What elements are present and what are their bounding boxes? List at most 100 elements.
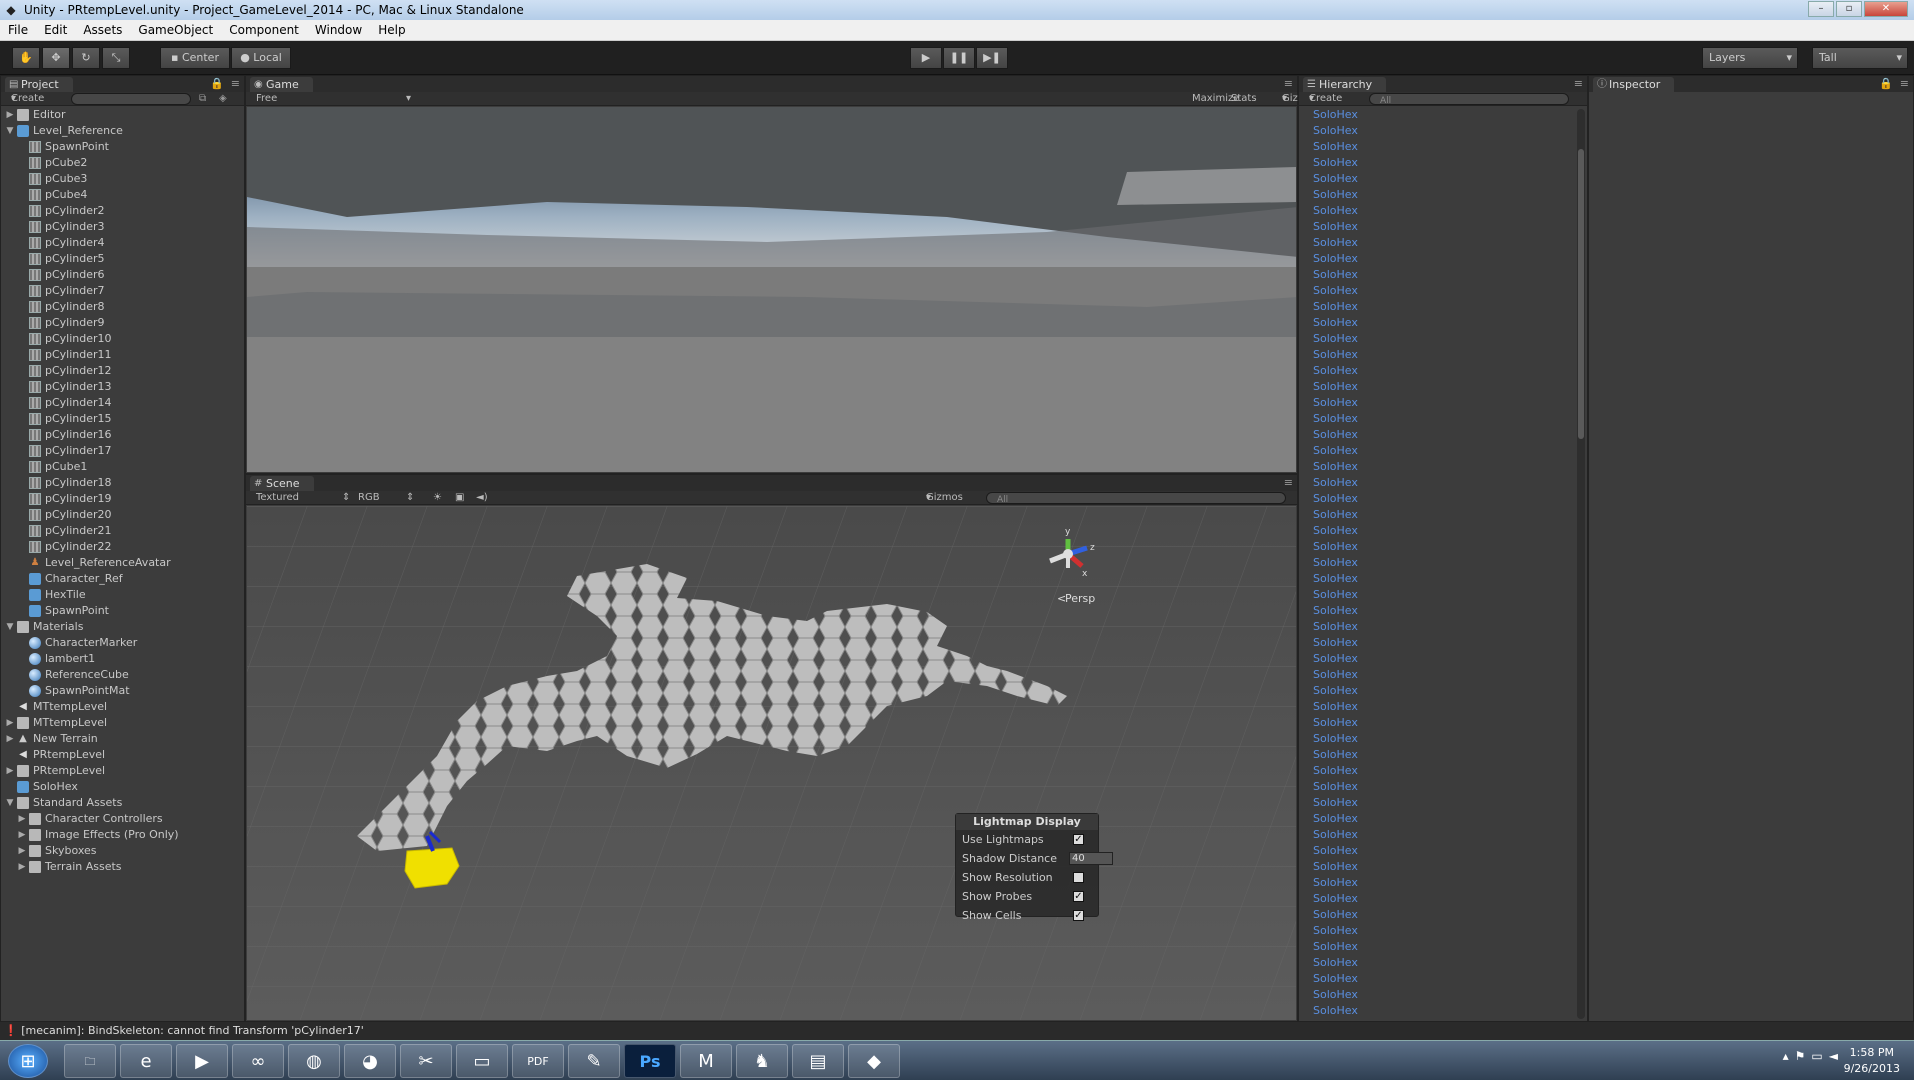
menu-gameobject[interactable]: GameObject: [130, 23, 221, 37]
hierarchy-item[interactable]: SoloHex: [1299, 699, 1575, 715]
pdf-icon[interactable]: PDF: [512, 1044, 564, 1078]
project-item[interactable]: ▶ Skyboxes: [1, 843, 244, 859]
project-create-dropdown[interactable]: Create ▾: [11, 92, 44, 106]
lock-icon[interactable]: 🔒: [1879, 77, 1893, 90]
hierarchy-item[interactable]: SoloHex: [1299, 779, 1575, 795]
hierarchy-item[interactable]: SoloHex: [1299, 795, 1575, 811]
project-item[interactable]: SoloHex: [1, 779, 244, 795]
close-button[interactable]: ✕: [1864, 1, 1908, 17]
file-explorer-icon[interactable]: 🗀: [64, 1044, 116, 1078]
rotate-tool-button[interactable]: ↻: [72, 47, 100, 69]
internet-explorer-icon[interactable]: e: [120, 1044, 172, 1078]
project-item[interactable]: SpawnPoint: [1, 139, 244, 155]
tab-project[interactable]: ▤ Project: [5, 77, 73, 92]
hierarchy-item[interactable]: SoloHex: [1299, 891, 1575, 907]
expand-arrow-right-icon[interactable]: ▶: [17, 811, 27, 827]
snipping-tool-icon[interactable]: ✂: [400, 1044, 452, 1078]
project-item[interactable]: pCylinder2: [1, 203, 244, 219]
expand-arrow-right-icon[interactable]: ▶: [5, 107, 15, 123]
project-item[interactable]: ▼ Level_Reference: [1, 123, 244, 139]
project-item[interactable]: ReferenceCube: [1, 667, 244, 683]
hierarchy-item[interactable]: SoloHex: [1299, 219, 1575, 235]
hierarchy-item[interactable]: SoloHex: [1299, 331, 1575, 347]
expand-arrow-right-icon[interactable]: ▶: [5, 731, 15, 747]
hierarchy-search-input[interactable]: All: [1369, 93, 1569, 106]
game-viewport[interactable]: [247, 107, 1296, 472]
hierarchy-item[interactable]: SoloHex: [1299, 875, 1575, 891]
lock-icon[interactable]: 🔒: [210, 77, 224, 90]
show-cells-checkbox[interactable]: ✓: [1073, 910, 1084, 921]
project-item[interactable]: pCylinder4: [1, 235, 244, 251]
hierarchy-item[interactable]: SoloHex: [1299, 827, 1575, 843]
hierarchy-item[interactable]: SoloHex: [1299, 491, 1575, 507]
hierarchy-item[interactable]: SoloHex: [1299, 379, 1575, 395]
project-item[interactable]: ▶ Terrain Assets: [1, 859, 244, 875]
project-item[interactable]: pCube1: [1, 459, 244, 475]
hierarchy-item[interactable]: SoloHex: [1299, 283, 1575, 299]
project-item[interactable]: lambert1: [1, 651, 244, 667]
project-item[interactable]: SpawnPointMat: [1, 683, 244, 699]
menu-component[interactable]: Component: [221, 23, 307, 37]
project-item[interactable]: HexTile: [1, 587, 244, 603]
tab-hierarchy[interactable]: ☰ Hierarchy: [1303, 77, 1387, 92]
project-item[interactable]: pCylinder11: [1, 347, 244, 363]
project-item[interactable]: ▶ MTtempLevel: [1, 715, 244, 731]
hierarchy-item[interactable]: SoloHex: [1299, 715, 1575, 731]
project-item[interactable]: ▶ PRtempLevel: [1, 763, 244, 779]
filter-type-icon[interactable]: ⧉: [199, 92, 206, 106]
unity-icon[interactable]: ◆: [848, 1044, 900, 1078]
menu-file[interactable]: File: [0, 23, 36, 37]
use-lightmaps-checkbox[interactable]: ✓: [1073, 834, 1084, 845]
windows-start-icon[interactable]: ⊞: [8, 1044, 48, 1078]
hierarchy-item[interactable]: SoloHex: [1299, 315, 1575, 331]
hierarchy-item[interactable]: SoloHex: [1299, 1003, 1575, 1019]
project-item[interactable]: ♟ Level_ReferenceAvatar: [1, 555, 244, 571]
hierarchy-item[interactable]: SoloHex: [1299, 619, 1575, 635]
panel-menu-icon[interactable]: ≡: [1284, 476, 1293, 489]
hierarchy-item[interactable]: SoloHex: [1299, 939, 1575, 955]
volume-icon[interactable]: ◄: [1829, 1049, 1844, 1063]
show-probes-checkbox[interactable]: ✓: [1073, 891, 1084, 902]
hierarchy-item[interactable]: SoloHex: [1299, 363, 1575, 379]
hierarchy-item[interactable]: SoloHex: [1299, 811, 1575, 827]
project-item[interactable]: ▶ Image Effects (Pro Only): [1, 827, 244, 843]
maya-icon[interactable]: M: [680, 1044, 732, 1078]
scale-tool-button[interactable]: ⤡: [102, 47, 130, 69]
project-item[interactable]: pCylinder10: [1, 331, 244, 347]
hierarchy-item[interactable]: SoloHex: [1299, 123, 1575, 139]
photoshop-icon[interactable]: Ps: [624, 1044, 676, 1078]
project-item[interactable]: ◀ MTtempLevel: [1, 699, 244, 715]
project-item[interactable]: pCube2: [1, 155, 244, 171]
project-item[interactable]: pCylinder3: [1, 219, 244, 235]
maximize-button[interactable]: ▫: [1836, 1, 1862, 17]
project-item[interactable]: pCylinder20: [1, 507, 244, 523]
flag-icon[interactable]: ⚑: [1795, 1049, 1812, 1063]
window-app-icon[interactable]: ▭: [456, 1044, 508, 1078]
project-item[interactable]: pCylinder5: [1, 251, 244, 267]
hierarchy-item[interactable]: SoloHex: [1299, 907, 1575, 923]
hierarchy-item[interactable]: SoloHex: [1299, 427, 1575, 443]
hierarchy-item[interactable]: SoloHex: [1299, 443, 1575, 459]
clock[interactable]: 1:58 PM 9/26/2013: [1844, 1045, 1900, 1077]
hierarchy-item[interactable]: SoloHex: [1299, 171, 1575, 187]
tray-icons[interactable]: ▴⚑▭◄: [1783, 1049, 1844, 1063]
messenger-icon[interactable]: ◕: [344, 1044, 396, 1078]
panel-menu-icon[interactable]: ≡: [1900, 77, 1909, 90]
expand-arrow-right-icon[interactable]: ▶: [17, 843, 27, 859]
scene-gizmos-dropdown[interactable]: Gizmos ▾: [926, 491, 963, 505]
project-item[interactable]: ▼ Materials: [1, 619, 244, 635]
scene-search-input[interactable]: All: [986, 492, 1286, 505]
hierarchy-item[interactable]: SoloHex: [1299, 923, 1575, 939]
project-item[interactable]: pCylinder22: [1, 539, 244, 555]
tab-inspector[interactable]: ⓘ Inspector: [1593, 77, 1675, 92]
project-item[interactable]: pCylinder7: [1, 283, 244, 299]
hierarchy-item[interactable]: SoloHex: [1299, 347, 1575, 363]
layers-dropdown[interactable]: Layers ▾: [1702, 47, 1798, 69]
hierarchy-item[interactable]: SoloHex: [1299, 747, 1575, 763]
expand-arrow-down-icon[interactable]: ▼: [5, 619, 15, 635]
expand-arrow-right-icon[interactable]: ▶: [17, 827, 27, 843]
project-item[interactable]: pCylinder17: [1, 443, 244, 459]
hierarchy-item[interactable]: SoloHex: [1299, 523, 1575, 539]
step-button[interactable]: ▶❚: [976, 47, 1008, 69]
paint-app-icon[interactable]: ✎: [568, 1044, 620, 1078]
